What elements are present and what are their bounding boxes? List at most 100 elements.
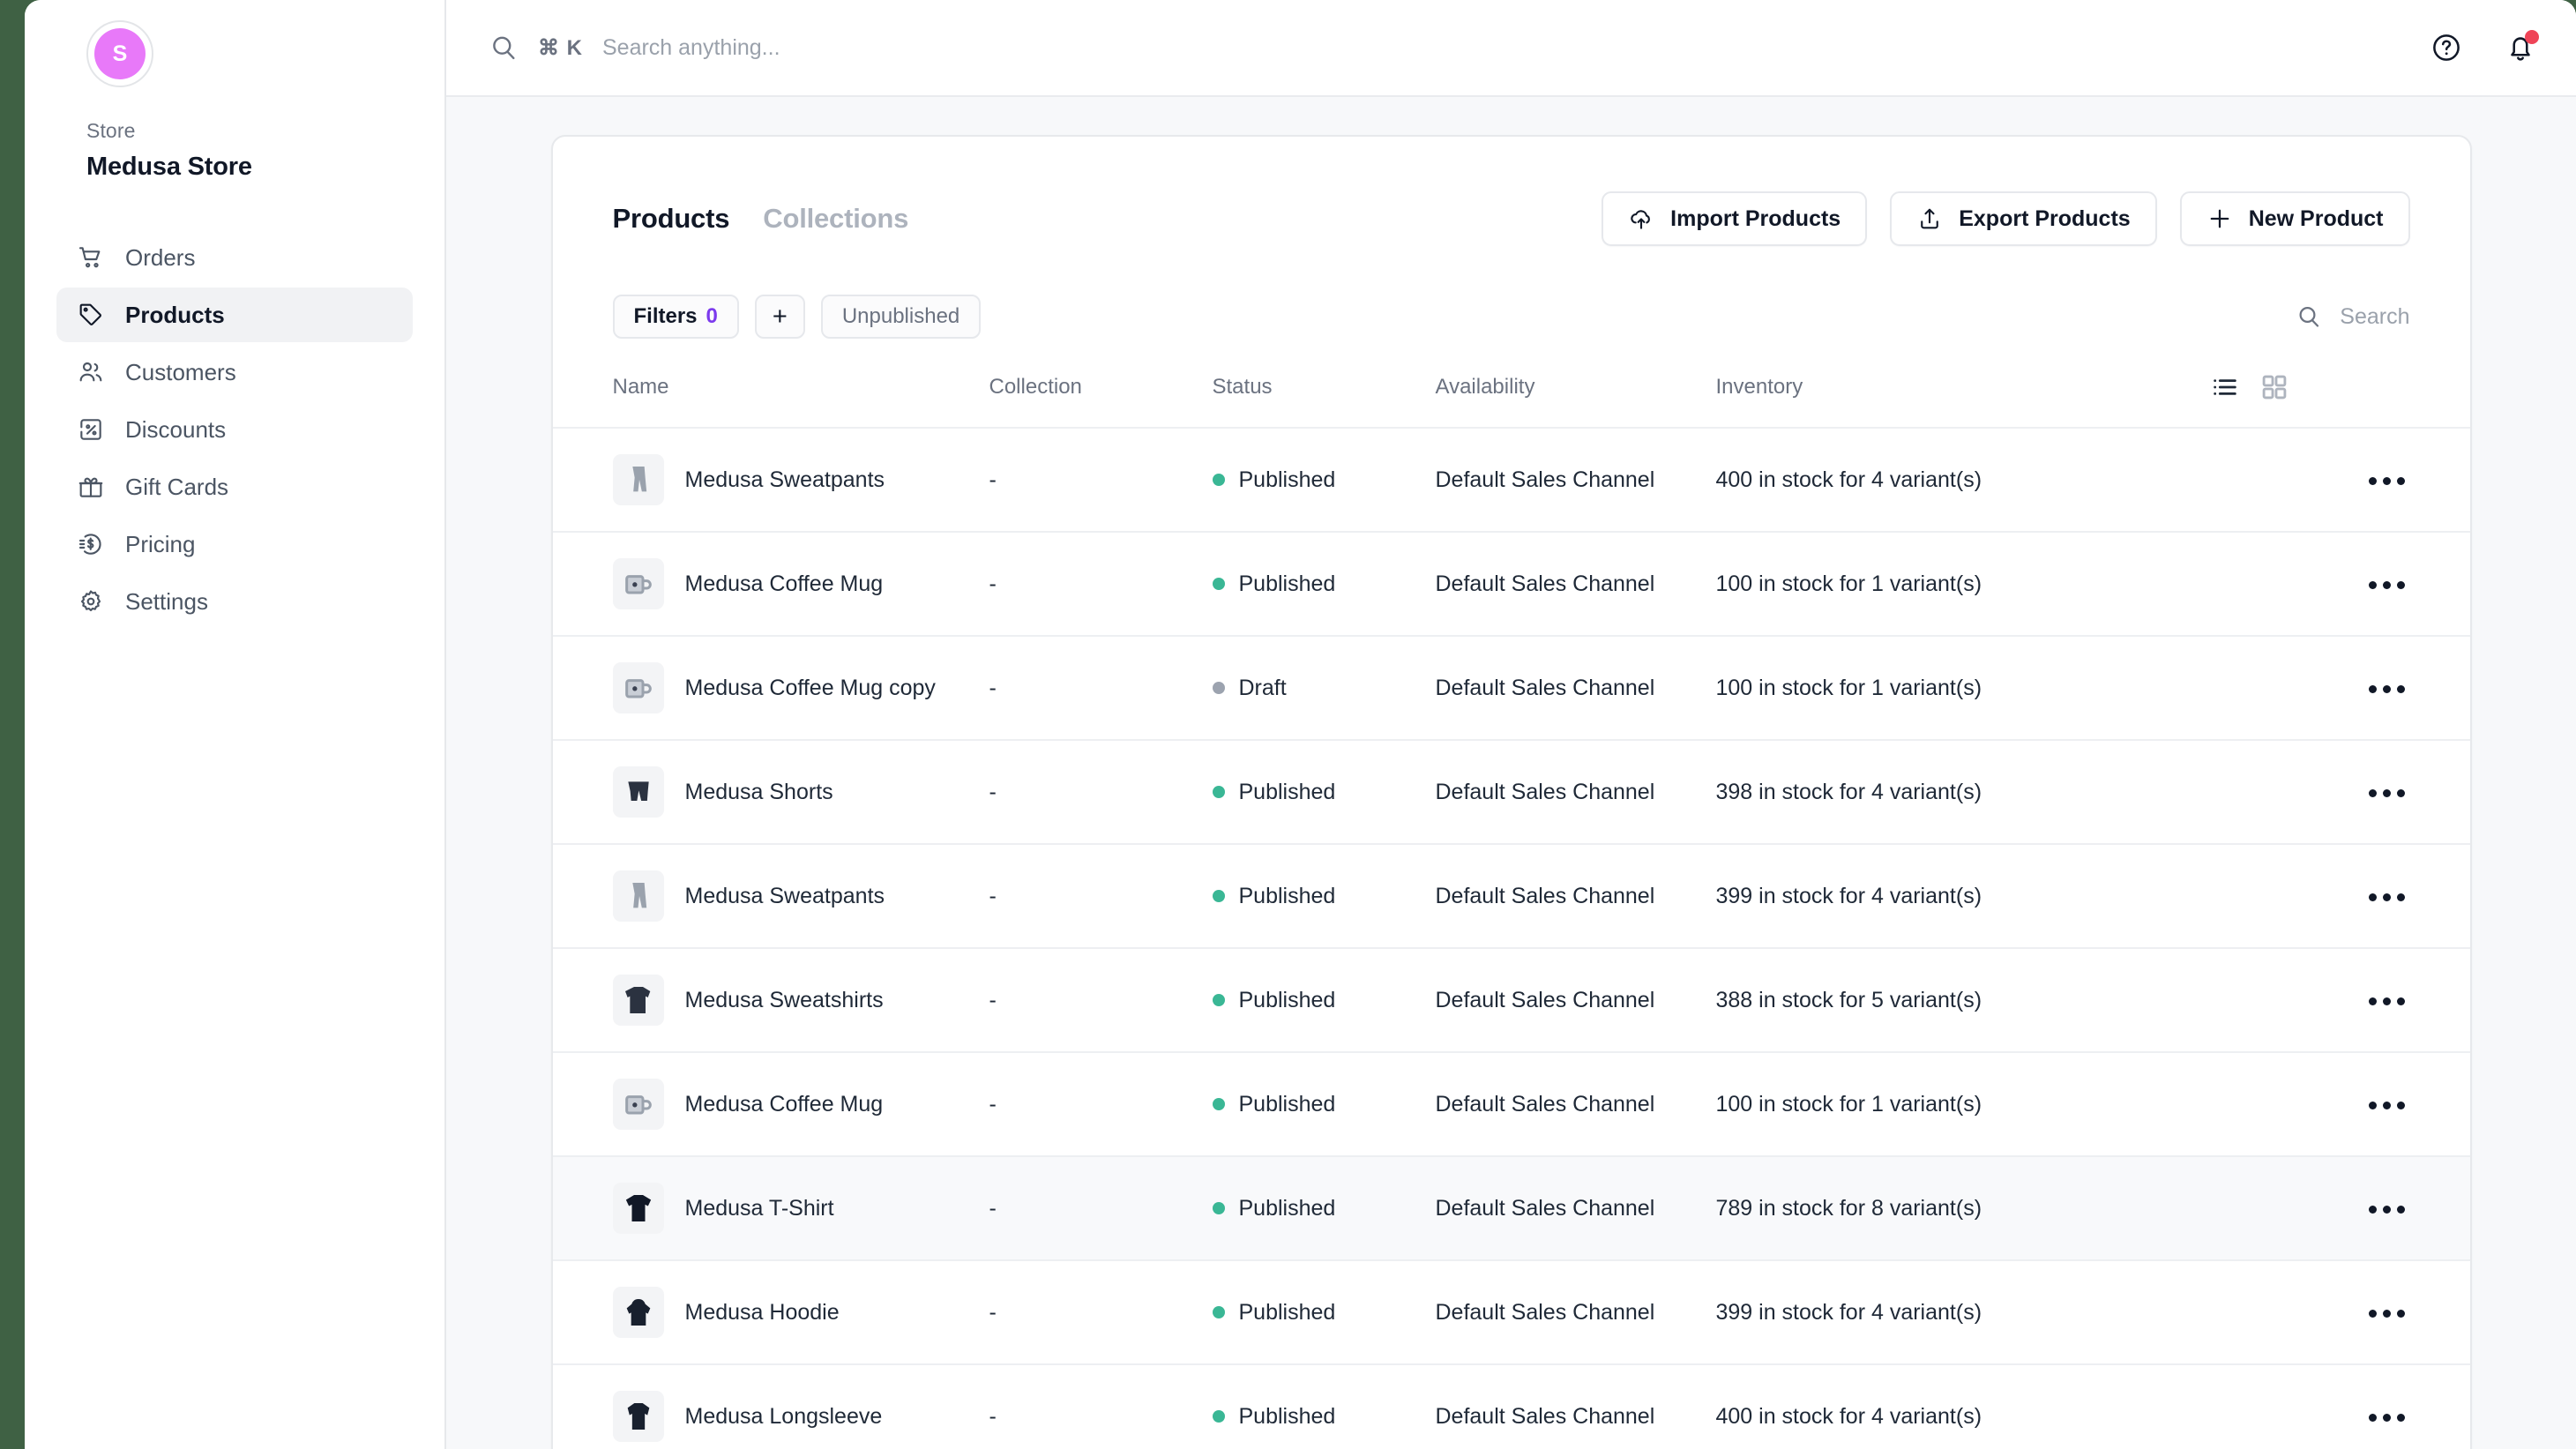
new-product-button[interactable]: New Product — [2179, 191, 2410, 246]
cell-inventory: 400 in stock for 4 variant(s) — [1715, 467, 1982, 492]
status-label: Published — [1238, 1091, 1336, 1117]
column-header-name: Name — [552, 339, 989, 429]
cell-availability: Default Sales Channel — [1435, 1091, 1655, 1117]
table-search-input[interactable]: Search — [2296, 303, 2410, 330]
row-actions-menu[interactable] — [2363, 989, 2410, 1014]
table-row[interactable]: Medusa Hoodie - Published Default Sales … — [552, 1260, 2470, 1364]
add-filter-button[interactable]: + — [754, 295, 805, 339]
table-search-placeholder: Search — [2340, 303, 2410, 329]
row-actions-menu[interactable] — [2363, 885, 2410, 910]
product-name: Medusa Sweatpants — [684, 467, 885, 492]
filters-button[interactable]: Filters 0 — [612, 295, 739, 339]
status-label: Published — [1238, 467, 1336, 492]
new-product-label: New Product — [2248, 205, 2384, 231]
status-label: Published — [1238, 1403, 1336, 1429]
cell-name: Medusa Hoodie — [553, 1260, 989, 1364]
sweatpants-icon — [612, 870, 664, 922]
filter-chip-unpublished[interactable]: Unpublished — [820, 295, 982, 339]
cell-availability: Default Sales Channel — [1435, 1195, 1655, 1221]
row-actions-menu[interactable] — [2363, 1301, 2410, 1326]
row-actions-menu[interactable] — [2363, 1093, 2410, 1118]
sidebar-item-label: Products — [125, 301, 225, 328]
topbar-actions — [2426, 27, 2541, 68]
product-name: Medusa Longsleeve — [684, 1403, 883, 1429]
cell-inventory: 400 in stock for 4 variant(s) — [1715, 1403, 1982, 1429]
dollar-icon — [76, 529, 106, 559]
sidebar-item-discounts[interactable]: Discounts — [56, 402, 413, 457]
row-actions-menu[interactable] — [2363, 572, 2410, 598]
column-header-view-toggle — [2209, 339, 2470, 429]
table-row[interactable]: Medusa Coffee Mug - Published Default Sa… — [552, 532, 2470, 636]
filters-group: Filters 0 + Unpublished — [612, 295, 982, 339]
cell-inventory: 398 in stock for 4 variant(s) — [1715, 779, 1982, 804]
percent-icon — [76, 415, 106, 444]
cell-availability: Default Sales Channel — [1435, 571, 1655, 596]
sidebar-item-pricing[interactable]: Pricing — [56, 517, 413, 571]
status-label: Published — [1238, 1195, 1336, 1221]
export-products-button[interactable]: Export Products — [1890, 191, 2157, 246]
cell-status: Draft — [1212, 636, 1436, 740]
sweatpants-icon — [612, 454, 664, 505]
product-name: Medusa Coffee Mug — [684, 1091, 884, 1117]
longsleeve-icon — [612, 1391, 664, 1442]
status-label: Published — [1238, 883, 1336, 908]
cell-collection: - — [989, 571, 997, 596]
sidebar-item-products[interactable]: Products — [56, 288, 413, 342]
row-actions-menu[interactable] — [2363, 1405, 2410, 1430]
question-circle-icon — [2430, 31, 2463, 64]
gear-icon — [76, 586, 106, 616]
sidebar-item-customers[interactable]: Customers — [56, 345, 413, 400]
table-row[interactable]: Medusa Shorts - Published Default Sales … — [552, 740, 2470, 844]
row-actions-menu[interactable] — [2363, 676, 2410, 702]
tshirt-icon — [612, 1183, 664, 1234]
row-actions-menu[interactable] — [2363, 468, 2410, 494]
avatar[interactable]: S — [86, 20, 153, 87]
global-search-input[interactable]: ⌘ K Search anything... — [489, 33, 2426, 63]
cell-name: Medusa Coffee Mug — [553, 1052, 989, 1156]
cell-inventory: 399 in stock for 4 variant(s) — [1715, 1299, 1982, 1325]
table-row[interactable]: Medusa T-Shirt - Published Default Sales… — [552, 1156, 2470, 1260]
tab-products[interactable]: Products — [613, 203, 730, 235]
cell-inventory: 388 in stock for 5 variant(s) — [1715, 987, 1982, 1012]
table-row[interactable]: Medusa Coffee Mug copy - Draft Default S… — [552, 636, 2470, 740]
mug-icon — [612, 558, 664, 609]
sidebar-item-settings[interactable]: Settings — [56, 574, 413, 629]
users-icon — [76, 357, 106, 387]
cell-status: Published — [1212, 844, 1436, 948]
cell-availability: Default Sales Channel — [1435, 1403, 1655, 1429]
cell-status: Published — [1212, 428, 1436, 532]
cell-inventory: 100 in stock for 1 variant(s) — [1715, 675, 1982, 700]
grid-view-icon[interactable] — [2259, 372, 2289, 402]
row-actions-menu[interactable] — [2363, 1197, 2410, 1222]
table-row[interactable]: Medusa Longsleeve - Published Default Sa… — [553, 1364, 2470, 1449]
sidebar-nav: Orders Products Customers Discounts Gift… — [56, 230, 413, 629]
status-dot — [1212, 1410, 1225, 1423]
table-row[interactable]: Medusa Sweatshirts - Published Default S… — [552, 948, 2470, 1052]
import-products-button[interactable]: Import Products — [1602, 191, 1868, 246]
table-head: Name Collection Status Availability Inve… — [552, 339, 2470, 429]
app-window: S Store Medusa Store Orders Products Cus… — [25, 0, 2576, 1449]
cell-availability: Default Sales Channel — [1435, 779, 1655, 804]
cell-availability: Default Sales Channel — [1435, 467, 1655, 492]
store-name[interactable]: Medusa Store — [86, 153, 413, 182]
search-placeholder: Search anything... — [602, 34, 780, 60]
cell-name: Medusa Shorts — [553, 740, 989, 844]
tab-collections[interactable]: Collections — [763, 203, 908, 235]
sidebar-item-orders[interactable]: Orders — [56, 230, 413, 285]
list-view-icon[interactable] — [2210, 372, 2240, 402]
content-area: Products Collections Import Products Exp… — [446, 97, 2576, 1449]
status-label: Published — [1238, 1299, 1336, 1325]
table-row[interactable]: Medusa Sweatpants - Published Default Sa… — [552, 844, 2470, 948]
table-row[interactable]: Medusa Sweatpants - Published Default Sa… — [552, 428, 2470, 532]
products-card: Products Collections Import Products Exp… — [550, 135, 2472, 1449]
status-label: Published — [1238, 987, 1336, 1012]
table-row[interactable]: Medusa Coffee Mug - Published Default Sa… — [552, 1052, 2470, 1156]
upload-icon — [1916, 205, 1943, 232]
notifications-button[interactable] — [2500, 27, 2541, 68]
row-actions-menu[interactable] — [2363, 781, 2410, 806]
status-dot — [1212, 1098, 1225, 1110]
sidebar-item-gift-cards[interactable]: Gift Cards — [56, 459, 413, 514]
cell-name: Medusa Sweatshirts — [553, 948, 989, 1052]
help-button[interactable] — [2426, 27, 2467, 68]
cell-name: Medusa Coffee Mug copy — [553, 636, 989, 740]
